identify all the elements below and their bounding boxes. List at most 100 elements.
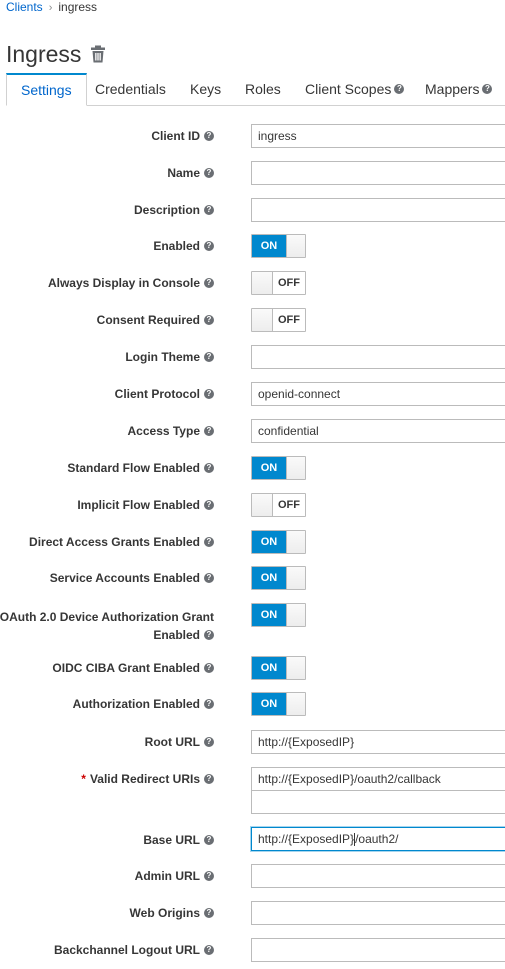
backchannel-logout-input[interactable] [251,938,505,962]
breadcrumb: Clients › ingress [6,0,97,14]
tab-settings[interactable]: Settings [6,73,87,106]
toggle-knob [286,567,305,589]
toggle-state: OFF [278,499,300,511]
help-icon[interactable]: ? [204,572,214,583]
tab-roles[interactable]: Roles [245,73,281,105]
base-url-input[interactable]: http://{ExposedIP}/oauth2/ [251,827,505,851]
tab-mappers[interactable]: Mappers? [425,73,493,105]
help-icon[interactable]: ? [204,870,214,881]
implicit-flow-label: Implicit Flow Enabled? [77,498,214,512]
access-type-label-text: Access Type [127,424,201,438]
standard-flow-label: Standard Flow Enabled? [67,461,214,475]
tab-client-scopes[interactable]: Client Scopes? [305,73,405,105]
description-input[interactable] [251,198,505,222]
direct-access-label: Direct Access Grants Enabled? [29,535,214,549]
required-asterisk: * [81,772,86,786]
name-label: Name? [167,166,214,180]
ciba-grant-toggle[interactable]: ON [251,656,306,680]
help-icon[interactable]: ? [394,84,405,95]
toggle-knob [286,693,305,715]
root-url-input[interactable]: http://{ExposedIP} [251,730,505,754]
tab-keys[interactable]: Keys [190,73,221,105]
help-icon[interactable]: ? [204,698,214,709]
toggle-state: ON [252,235,286,257]
tab-roles-label: Roles [245,81,281,97]
help-icon[interactable]: ? [204,773,214,784]
breadcrumb-current: ingress [58,0,98,14]
toggle-knob [286,604,305,626]
implicit-flow-toggle[interactable]: OFF [251,493,306,517]
help-icon[interactable]: ? [204,462,214,473]
client-id-input[interactable]: ingress [251,124,505,148]
login-theme-select[interactable] [251,345,505,369]
direct-access-toggle[interactable]: ON [251,530,306,554]
service-accounts-label: Service Accounts Enabled? [50,571,214,585]
toggle-state: ON [252,531,286,553]
help-icon[interactable]: ? [204,907,214,918]
help-icon[interactable]: ? [482,84,493,95]
help-icon[interactable]: ? [204,130,214,141]
help-icon[interactable]: ? [204,277,214,288]
service-accounts-toggle[interactable]: ON [251,566,306,590]
direct-access-label-text: Direct Access Grants Enabled [29,535,200,549]
toggle-state: ON [252,457,286,479]
toggle-state: OFF [278,314,300,326]
ciba-grant-label: OIDC CIBA Grant Enabled? [52,661,214,675]
base-url-text-before-caret: http://{ExposedIP} [258,832,355,846]
help-icon[interactable]: ? [204,834,214,845]
web-origins-label: Web Origins? [130,906,214,920]
description-label: Description? [134,203,214,217]
client-protocol-label-text: Client Protocol [114,387,200,401]
redirect-uri-new-input[interactable] [251,790,505,814]
enabled-label-text: Enabled [153,239,200,253]
toggle-state: ON [252,604,286,626]
consent-required-toggle[interactable]: OFF [251,308,306,332]
redirect-uri-input[interactable]: http://{ExposedIP}/oauth2/callback [251,767,505,791]
help-icon[interactable]: ? [204,629,214,640]
help-icon[interactable]: ? [204,351,214,362]
help-icon[interactable]: ? [204,736,214,747]
base-url-text-after-caret: /oauth2/ [355,832,399,846]
tab-mappers-label: Mappers [425,81,480,97]
help-icon[interactable]: ? [204,662,214,673]
base-url-label-text: Base URL [143,833,200,847]
admin-url-label: Admin URL? [135,869,214,883]
help-icon[interactable]: ? [204,388,214,399]
enabled-label: Enabled? [153,239,214,253]
help-icon[interactable]: ? [204,204,214,215]
help-icon[interactable]: ? [204,536,214,547]
name-label-text: Name [167,166,200,180]
standard-flow-label-text: Standard Flow Enabled [67,461,200,475]
breadcrumb-clients-link[interactable]: Clients [6,0,43,14]
always-display-label: Always Display in Console? [48,276,214,290]
help-icon[interactable]: ? [204,944,214,955]
help-icon[interactable]: ? [204,167,214,178]
authorization-toggle[interactable]: ON [251,692,306,716]
tab-client-scopes-label: Client Scopes [305,81,392,97]
toggle-knob [252,272,273,294]
help-icon[interactable]: ? [204,499,214,510]
device-grant-label-line1: OAuth 2.0 Device Authorization Grant [0,610,214,624]
device-grant-toggle[interactable]: ON [251,603,306,627]
access-type-select[interactable]: confidential [251,419,505,443]
help-icon[interactable]: ? [204,240,214,251]
trash-icon[interactable] [90,45,106,63]
toggle-knob [286,657,305,679]
always-display-toggle[interactable]: OFF [251,271,306,295]
client-id-label: Client ID? [151,129,214,143]
page-title: Ingress [6,41,82,67]
client-protocol-select[interactable]: openid-connect [251,382,505,406]
help-icon[interactable]: ? [204,425,214,436]
device-grant-label-line2: Enabled [153,628,200,642]
tab-credentials[interactable]: Credentials [95,73,166,105]
authorization-label-text: Authorization Enabled [72,697,200,711]
implicit-flow-label-text: Implicit Flow Enabled [77,498,200,512]
web-origins-input[interactable] [251,901,505,925]
name-input[interactable] [251,161,505,185]
enabled-toggle[interactable]: ON [251,234,306,258]
help-icon[interactable]: ? [204,314,214,325]
ciba-grant-label-text: OIDC CIBA Grant Enabled [52,661,200,675]
standard-flow-toggle[interactable]: ON [251,456,306,480]
toggle-knob [252,309,273,331]
admin-url-input[interactable] [251,864,505,888]
